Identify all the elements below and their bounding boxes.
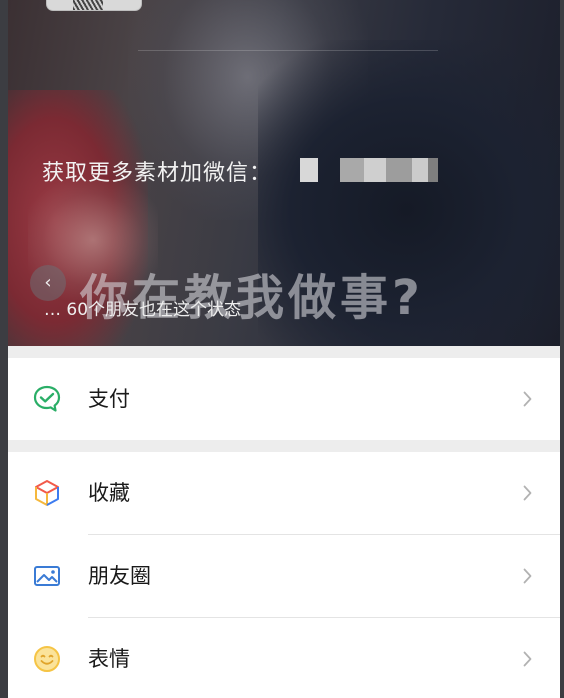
menu-group-pay: 支付	[8, 358, 560, 440]
menu-item-moments[interactable]: 朋友圈	[8, 535, 560, 617]
mosaic-redaction	[428, 158, 438, 182]
chevron-right-icon	[523, 485, 532, 501]
menu-item-label: 表情	[88, 647, 130, 671]
status-cover-image[interactable]: 获取更多素材加微信： 你在教我做事? ‹ … 60个朋友也在这个状态	[8, 0, 560, 346]
divider	[138, 50, 438, 51]
menu-item-label: 收藏	[88, 481, 130, 505]
menu-panel: 支付 收藏 朋友圈 表情	[8, 346, 560, 698]
mosaic-redaction	[386, 158, 412, 182]
menu-item-label: 支付	[88, 387, 130, 411]
chevron-right-icon	[523, 391, 532, 407]
chevron-right-icon	[523, 568, 532, 584]
menu-item-pay[interactable]: 支付	[8, 358, 560, 440]
chevron-right-icon	[523, 651, 532, 667]
pay-icon	[33, 385, 61, 412]
menu-item-favorites[interactable]: 收藏	[8, 452, 560, 534]
picture-icon	[34, 566, 60, 586]
mosaic-redaction	[300, 158, 318, 182]
menu-item-stickers[interactable]: 表情	[8, 618, 560, 698]
menu-group-main: 收藏 朋友圈 表情	[8, 452, 560, 698]
menu-item-label: 朋友圈	[88, 564, 151, 588]
mosaic-redaction	[364, 158, 386, 182]
friends-status-text[interactable]: … 60个朋友也在这个状态	[44, 295, 241, 320]
avatar-thumbnail[interactable]	[46, 0, 142, 11]
watermark-text: 获取更多素材加微信：	[42, 161, 273, 186]
mosaic-redaction	[412, 158, 428, 182]
mosaic-redaction	[340, 158, 364, 182]
phone-screen: 获取更多素材加微信： 你在教我做事? ‹ … 60个朋友也在这个状态 支付 收藏…	[8, 0, 560, 698]
cube-icon	[35, 480, 59, 506]
smile-icon	[34, 646, 60, 672]
